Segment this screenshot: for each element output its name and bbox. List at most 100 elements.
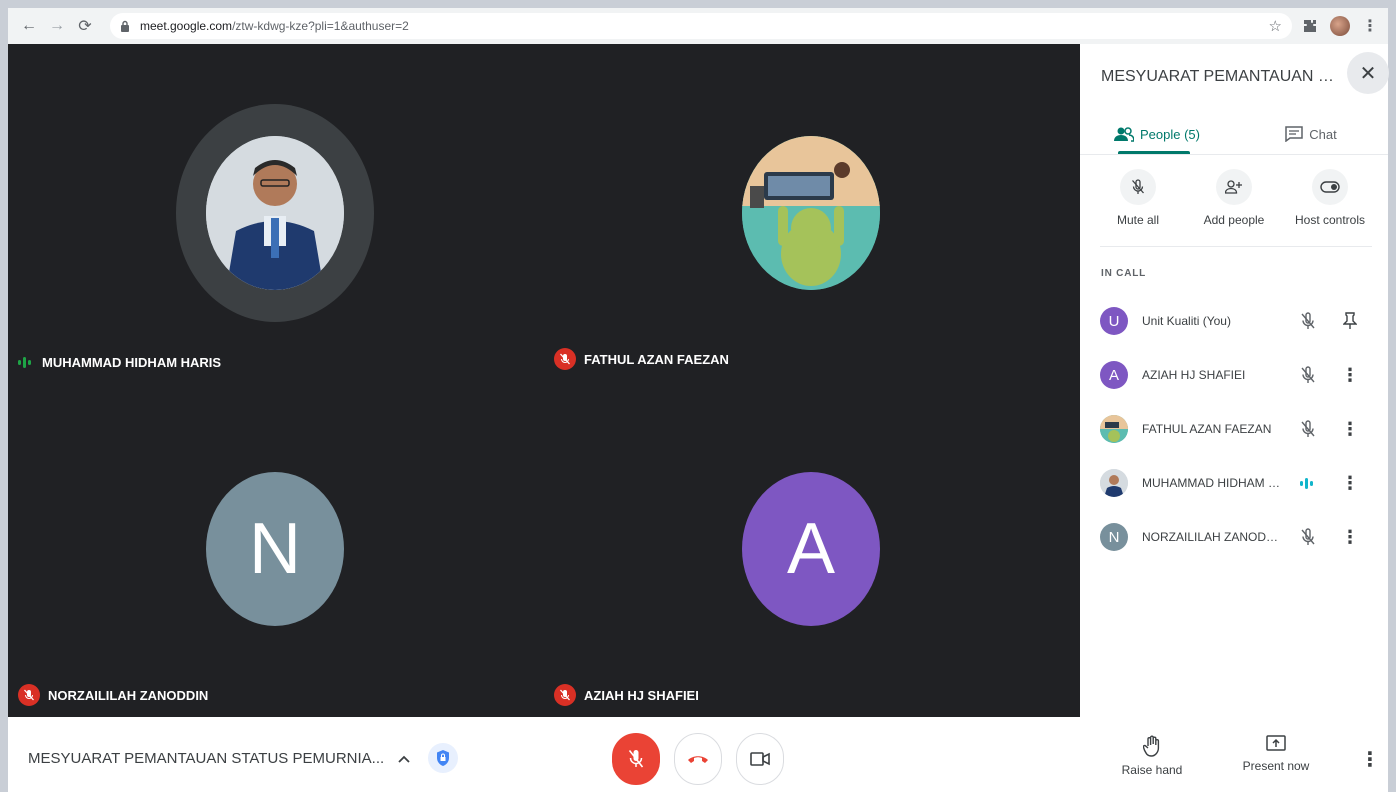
person-name: Unit Kualiti (You) [1142, 314, 1231, 328]
more-options-icon[interactable]: ⋮ [1360, 747, 1380, 772]
forward-arrow-icon[interactable]: → [46, 15, 68, 37]
list-item[interactable]: A AZIAH HJ SHAFIEI ⋮ [1080, 348, 1388, 402]
participant-tile[interactable]: MUHAMMAD HIDHAM HARIS [8, 44, 544, 380]
participant-name: NORZAILILAH ZANODDIN [48, 687, 209, 703]
avatar: N [1100, 523, 1128, 551]
profile-avatar[interactable] [1330, 16, 1350, 36]
people-panel: MESYUARAT PEMANTAUAN STAT... ✕ People (5… [1080, 44, 1389, 717]
add-person-icon [1216, 169, 1252, 205]
pin-icon[interactable] [1338, 312, 1362, 330]
divider [1080, 154, 1388, 155]
tab-label: People (5) [1140, 126, 1200, 142]
in-call-heading: IN CALL [1101, 268, 1147, 279]
camera-toggle-button[interactable] [736, 733, 784, 785]
participant-name-label: AZIAH HJ SHAFIEI [554, 684, 699, 706]
action-label: Mute all [1116, 213, 1160, 227]
reload-icon[interactable]: ⟳ [74, 15, 96, 37]
close-panel-button[interactable]: ✕ [1347, 52, 1389, 94]
participant-photo [742, 136, 880, 290]
secondary-actions: Raise hand Present now [1116, 735, 1364, 777]
mic-off-icon[interactable] [1296, 312, 1320, 330]
tab-chat[interactable]: Chat [1234, 114, 1388, 154]
avatar: U [1100, 307, 1128, 335]
chat-icon [1285, 126, 1304, 142]
mute-all-icon [1120, 169, 1156, 205]
avatar-initial: A [786, 509, 836, 589]
avatar [1100, 469, 1128, 497]
mic-off-icon [18, 684, 40, 706]
participant-tile[interactable]: FATHUL AZAN FAEZAN [544, 44, 1080, 380]
participant-tile[interactable]: A AZIAH HJ SHAFIEI [544, 380, 1080, 716]
more-options-icon[interactable]: ⋮ [1338, 473, 1362, 494]
host-controls-button[interactable]: Host controls [1282, 169, 1378, 227]
person-name: NORZAILILAH ZANODDIN [1142, 530, 1284, 544]
extensions-icon[interactable] [1302, 18, 1318, 34]
back-arrow-icon[interactable]: ← [18, 15, 40, 37]
add-people-button[interactable]: Add people [1186, 169, 1282, 227]
participant-name: AZIAH HJ SHAFIEI [584, 687, 699, 703]
tab-label: Chat [1309, 126, 1337, 142]
meeting-safety-button[interactable] [428, 743, 458, 773]
bookmark-star-icon[interactable]: ☆ [1269, 17, 1282, 35]
list-item[interactable]: N NORZAILILAH ZANODDIN ⋮ [1080, 510, 1388, 564]
avatar: A [1100, 361, 1128, 389]
panel-tabs: People (5) Chat [1080, 114, 1388, 154]
toggle-icon [1312, 169, 1348, 205]
chevron-up-icon [398, 755, 410, 763]
mic-off-icon[interactable] [1296, 528, 1320, 546]
list-item[interactable]: FATHUL AZAN FAEZAN ⋮ [1080, 402, 1388, 456]
speaking-indicator-icon [18, 356, 34, 370]
present-now-button[interactable]: Present now [1240, 735, 1312, 777]
url-host: meet.google.com [140, 19, 233, 33]
meeting-title: MESYUARAT PEMANTAUAN STATUS PEMURNIA... [28, 750, 385, 767]
person-name: MUHAMMAD HIDHAM H... [1142, 476, 1284, 490]
panel-actions: Mute all Add people Host controls [1090, 169, 1378, 227]
people-list: U Unit Kualiti (You) A AZIAH HJ SHAFIEI … [1080, 294, 1388, 564]
more-options-icon[interactable]: ⋮ [1338, 365, 1362, 386]
participant-initial-avatar: A [742, 472, 880, 626]
panel-title: MESYUARAT PEMANTAUAN STAT... [1101, 68, 1341, 85]
participant-name: MUHAMMAD HIDHAM HARIS [42, 355, 222, 370]
tab-people[interactable]: People (5) [1080, 114, 1234, 154]
divider [1100, 246, 1372, 247]
list-item[interactable]: U Unit Kualiti (You) [1080, 294, 1388, 348]
mic-off-icon [554, 684, 576, 706]
avatar-initial: U [1108, 312, 1120, 330]
video-grid: MUHAMMAD HIDHAM HARIS FATHUL AZAN FAEZAN… [8, 44, 1080, 717]
avatar-initial: N [249, 509, 301, 589]
avatar [1100, 415, 1128, 443]
participant-photo [206, 136, 344, 290]
avatar-initial: A [1108, 366, 1119, 384]
hand-icon [1143, 735, 1160, 757]
participant-name-label: FATHUL AZAN FAEZAN [554, 348, 729, 370]
participant-initial-avatar: N [206, 472, 344, 626]
participant-tile[interactable]: N NORZAILILAH ZANODDIN [8, 380, 544, 716]
url-path: /ztw-kdwg-kze?pli=1&authuser=2 [232, 19, 409, 33]
mic-off-icon[interactable] [1296, 366, 1320, 384]
list-item[interactable]: MUHAMMAD HIDHAM H... ⋮ [1080, 456, 1388, 510]
present-now-label: Present now [1242, 759, 1310, 773]
speaking-indicator-icon [1296, 476, 1320, 490]
hang-up-icon [688, 756, 708, 763]
mute-all-button[interactable]: Mute all [1090, 169, 1186, 227]
mic-off-icon [628, 750, 644, 768]
address-bar[interactable]: meet.google.com/ztw-kdwg-kze?pli=1&authu… [110, 13, 1292, 39]
action-label: Add people [1203, 213, 1265, 227]
mic-off-icon[interactable] [1296, 420, 1320, 438]
raise-hand-button[interactable]: Raise hand [1116, 735, 1188, 777]
mic-off-icon [554, 348, 576, 370]
person-name: FATHUL AZAN FAEZAN [1142, 422, 1272, 436]
participant-name: FATHUL AZAN FAEZAN [584, 351, 729, 367]
browser-menu-icon[interactable]: ⋮ [1362, 16, 1378, 36]
lock-icon [121, 20, 129, 32]
more-options-icon[interactable]: ⋮ [1338, 527, 1362, 548]
action-label: Host controls [1294, 213, 1366, 227]
people-icon [1114, 127, 1134, 142]
person-name: AZIAH HJ SHAFIEI [1142, 368, 1246, 382]
camera-icon [750, 752, 770, 766]
microphone-toggle-button[interactable] [612, 733, 660, 785]
leave-call-button[interactable] [674, 733, 722, 785]
raise-hand-label: Raise hand [1121, 763, 1183, 777]
meeting-details-toggle[interactable]: MESYUARAT PEMANTAUAN STATUS PEMURNIA... [28, 750, 410, 767]
more-options-icon[interactable]: ⋮ [1338, 419, 1362, 440]
